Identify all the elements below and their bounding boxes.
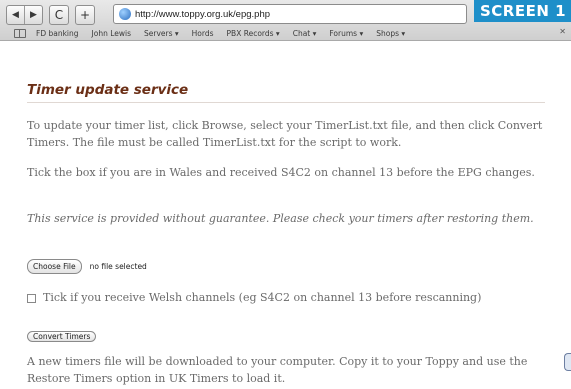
choose-file-button[interactable]: Choose File [27,259,82,274]
browser-toolbar: ◀ ▶ C + http://www.toppy.org.uk/epg.php … [0,0,571,41]
reload-button[interactable]: C [49,5,69,25]
file-status: no file selected [89,262,147,271]
globe-icon [119,8,131,20]
nav-buttons: ◀ ▶ C + [6,4,95,26]
bookmark-item[interactable]: FD banking [36,29,79,38]
bookmark-item[interactable]: Chat ▾ [293,29,317,38]
bookmark-item[interactable]: Hords [192,29,214,38]
bookmark-item[interactable]: Shops ▾ [376,29,405,38]
convert-row: Convert Timers [27,324,97,343]
address-bar[interactable]: http://www.toppy.org.uk/epg.php [113,4,467,24]
back-button[interactable]: ◀ [7,6,24,24]
url-text: http://www.toppy.org.uk/epg.php [135,8,271,20]
bookmark-item[interactable]: Forums ▾ [329,29,363,38]
bookmark-item[interactable]: John Lewis [92,29,131,38]
bookmark-item[interactable]: PBX Records ▾ [227,29,280,38]
title-divider [27,102,545,103]
welsh-channels-label[interactable]: Tick if you receive Welsh channels (eg S… [43,291,481,304]
bookmarks-book-icon[interactable] [14,28,26,38]
screen-badge: SCREEN 1 [474,0,571,22]
close-icon[interactable]: ✕ [559,27,566,36]
welsh-channels-checkbox[interactable] [27,294,36,303]
convert-timers-button[interactable]: Convert Timers [27,331,97,342]
add-bookmark-button[interactable]: + [75,5,95,25]
welsh-option: Tick if you receive Welsh channels (eg S… [27,291,481,304]
back-forward-group: ◀ ▶ [6,5,43,25]
wales-instruction: Tick the box if you are in Wales and rec… [27,166,535,179]
forward-button[interactable]: ▶ [24,6,42,24]
scrollbar-thumb[interactable] [564,353,571,371]
result-text: A new timers file will be downloaded to … [27,355,528,385]
disclaimer-text: This service is provided without guarant… [27,212,534,225]
page-title: Timer update service [27,82,189,98]
bookmark-item[interactable]: Servers ▾ [144,29,179,38]
intro-text: To update your timer list, click Browse,… [27,119,543,149]
file-picker: Choose File no file selected [27,259,147,274]
bookmarks-bar: FD banking John Lewis Servers ▾ Hords PB… [0,26,571,40]
